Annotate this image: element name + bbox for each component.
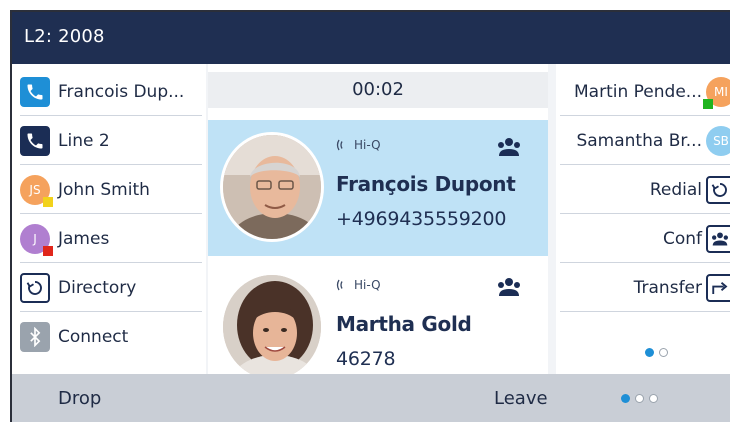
divider xyxy=(560,115,730,116)
divider xyxy=(560,311,730,312)
transfer-key[interactable]: Transfer xyxy=(560,264,730,312)
status-bar: L2: 2008 xyxy=(12,12,730,64)
page-dot xyxy=(659,348,668,357)
line-key-line-2[interactable]: Line 2 xyxy=(20,117,202,165)
caller-photo xyxy=(220,272,324,382)
speed-dial-martin[interactable]: Martin Pende... MI xyxy=(560,68,730,116)
hiq-indicator: Hi-Q xyxy=(336,278,381,292)
page-dot-active xyxy=(645,348,654,357)
codec-label: Hi-Q xyxy=(354,138,381,152)
softkey-bar: Drop Leave xyxy=(12,374,730,422)
key-page-indicator xyxy=(645,348,668,357)
avatar-initials: J xyxy=(33,232,37,246)
leave-softkey[interactable]: Leave xyxy=(494,388,548,409)
line-key-label: Francois Dup... xyxy=(58,82,185,102)
speed-dial-james[interactable]: J James xyxy=(20,215,202,263)
conference-icon xyxy=(496,136,522,162)
divider xyxy=(560,164,730,165)
divider xyxy=(20,164,202,165)
conference-key[interactable]: Conf xyxy=(560,215,730,263)
avatar: JS xyxy=(20,175,53,207)
directory-key[interactable]: Directory xyxy=(20,264,202,312)
avatar: SB xyxy=(706,126,730,156)
drop-softkey[interactable]: Drop xyxy=(58,388,101,409)
line-key-label: Line 2 xyxy=(58,131,110,151)
page-dot-active xyxy=(621,394,630,403)
avatar: J xyxy=(20,224,53,256)
phone-screen: L2: 2008 Francois Dup... Line 2 JS John … xyxy=(10,10,730,422)
line-title: L2: 2008 xyxy=(24,26,105,47)
speed-dial-label: John Smith xyxy=(58,180,150,200)
avatar-initials: SB xyxy=(713,134,729,148)
caller-name: Martha Gold xyxy=(336,312,472,336)
conference-icon xyxy=(496,276,522,302)
speed-dial-john-smith[interactable]: JS John Smith xyxy=(20,166,202,214)
divider xyxy=(560,213,730,214)
page-dot xyxy=(635,394,644,403)
softkey-page-indicator xyxy=(621,394,658,403)
hd-audio-icon xyxy=(336,139,343,151)
presence-indicator xyxy=(43,197,53,207)
avatar-initials: MI xyxy=(714,85,728,99)
line-key-francois[interactable]: Francois Dup... xyxy=(20,68,202,116)
divider xyxy=(560,262,730,263)
hiq-indicator: Hi-Q xyxy=(336,138,381,152)
speed-dial-samantha[interactable]: Samantha Br... SB xyxy=(560,117,730,165)
transfer-label: Transfer xyxy=(633,278,702,298)
call-area: 00:02 Hi-Q François Dupont +496943555920… xyxy=(208,64,548,382)
transfer-icon xyxy=(706,274,730,302)
conf-label: Conf xyxy=(662,229,702,249)
caller-number: 46278 xyxy=(336,348,396,370)
speed-dial-label: Samantha Br... xyxy=(576,131,702,151)
connect-label: Connect xyxy=(58,327,129,347)
redial-label: Redial xyxy=(649,180,702,200)
redial-icon xyxy=(706,176,730,204)
caller-name: François Dupont xyxy=(336,172,516,196)
call-item-francois[interactable]: Hi-Q François Dupont +4969435559200 xyxy=(208,120,548,256)
page-dot xyxy=(649,394,658,403)
speed-dial-label: James xyxy=(58,229,110,249)
caller-number: +4969435559200 xyxy=(336,208,507,230)
directory-label: Directory xyxy=(58,278,137,298)
bluetooth-connect-key[interactable]: Connect xyxy=(20,313,202,361)
bluetooth-icon xyxy=(20,322,50,352)
divider xyxy=(20,213,202,214)
codec-label: Hi-Q xyxy=(354,278,381,292)
redial-key[interactable]: Redial xyxy=(560,166,730,214)
divider xyxy=(20,311,202,312)
divider xyxy=(20,262,202,263)
speed-dial-label: Martin Pende... xyxy=(574,82,702,102)
phone-icon xyxy=(20,77,50,107)
directory-icon xyxy=(20,273,50,303)
hd-audio-icon xyxy=(336,279,343,291)
caller-photo xyxy=(220,132,324,242)
avatar: MI xyxy=(703,77,730,109)
phone-icon xyxy=(20,126,50,156)
conference-icon xyxy=(706,225,730,253)
presence-indicator xyxy=(43,246,53,256)
divider xyxy=(20,115,202,116)
presence-indicator xyxy=(703,99,713,109)
call-timer: 00:02 xyxy=(208,72,548,108)
right-key-panel: Martin Pende... MI Samantha Br... SB Red… xyxy=(556,64,730,374)
avatar-initials: JS xyxy=(29,183,41,197)
left-key-panel: Francois Dup... Line 2 JS John Smith J J… xyxy=(12,64,206,374)
